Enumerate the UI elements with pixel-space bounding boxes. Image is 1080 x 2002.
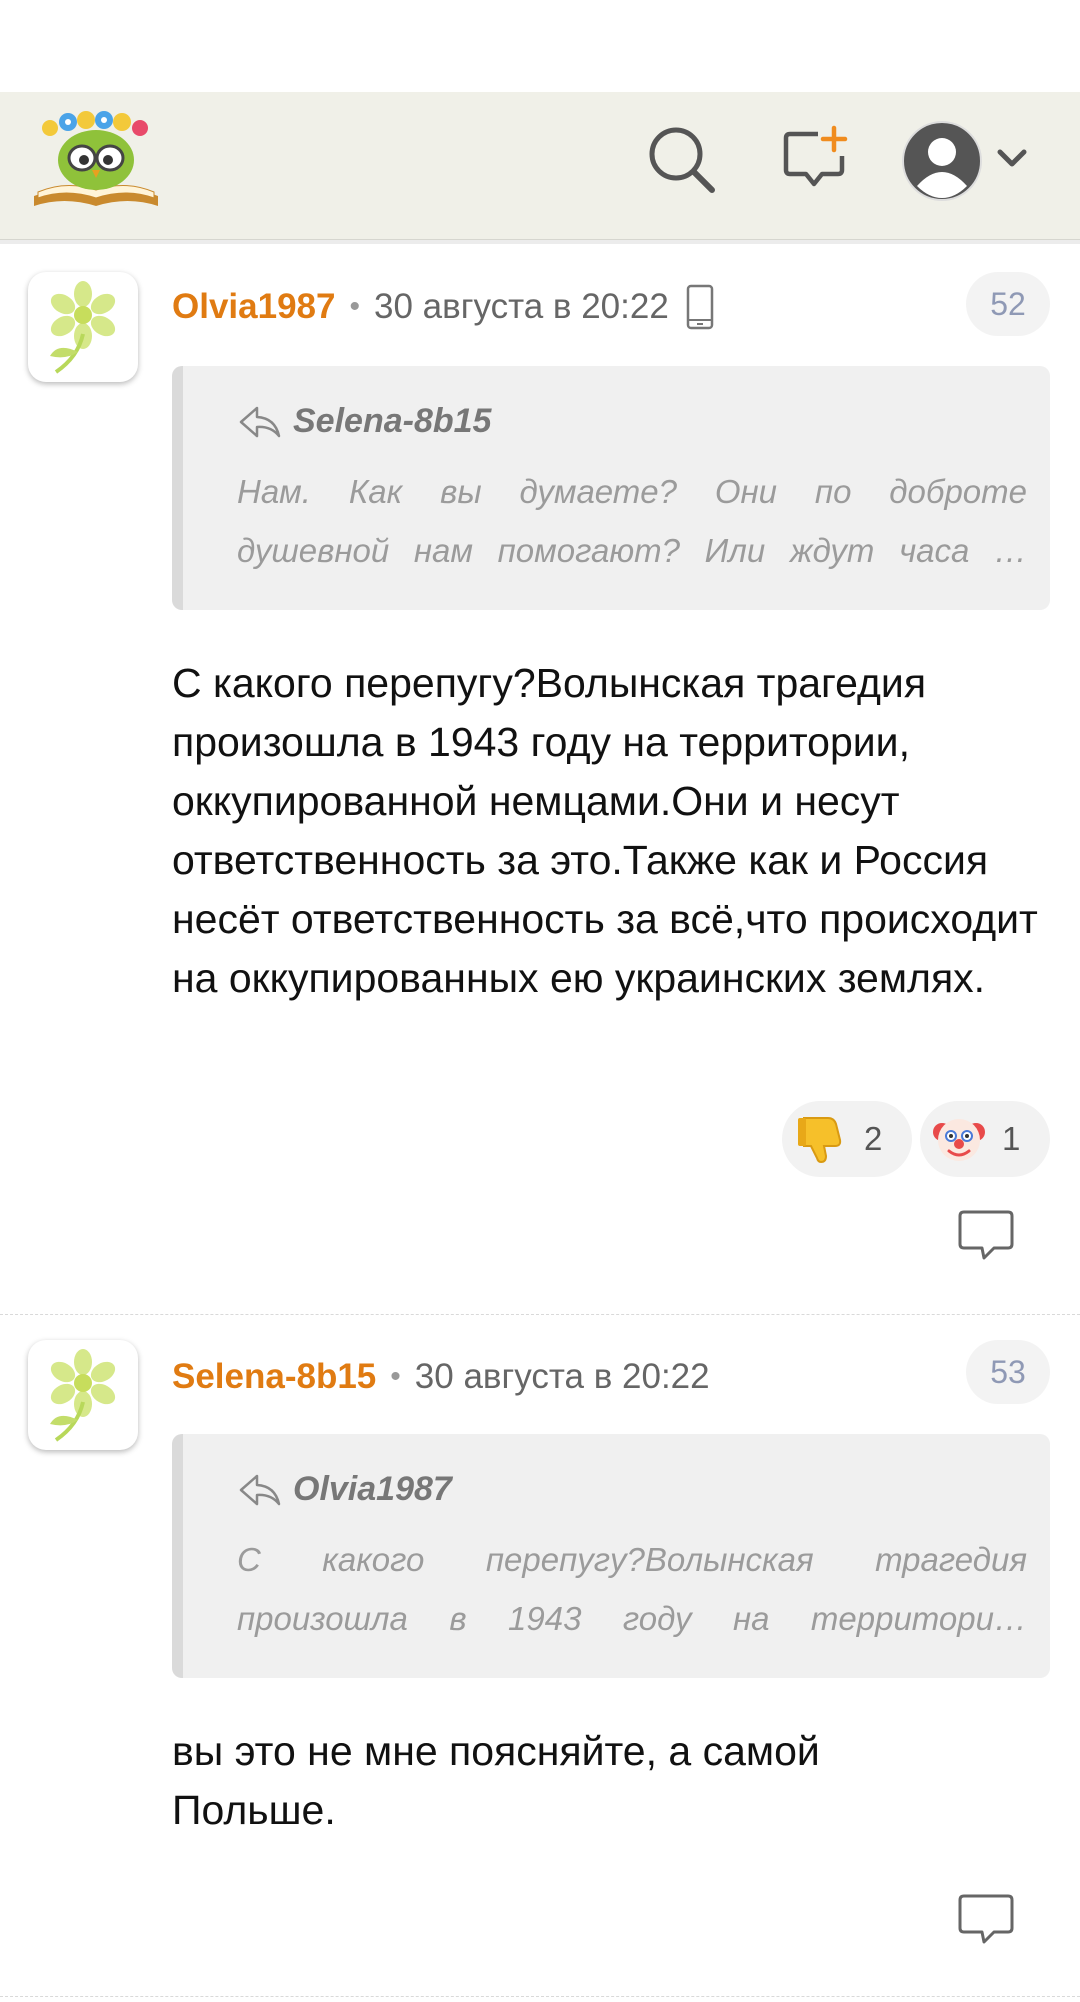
reply-arrow-icon [239, 1474, 281, 1505]
header-divider [0, 240, 1080, 244]
clown-face-icon [933, 1119, 985, 1161]
quote-author: Selena-8b15 [293, 402, 492, 440]
comment-author-avatar[interactable] [28, 272, 138, 382]
search-icon[interactable] [646, 124, 718, 196]
comment-body: вы это не мне поясняйте, а самой Польше. [172, 1728, 820, 1833]
reply-arrow-icon [239, 406, 281, 437]
comment-author-avatar[interactable] [28, 1340, 138, 1450]
comment-number-badge[interactable]: 52 [966, 272, 1050, 336]
reaction-count: 2 [864, 1120, 883, 1157]
reaction-clown[interactable]: 1 [920, 1101, 1050, 1177]
quote-line: произошла в 1943 году на территори… [237, 1600, 1027, 1637]
new-message-icon[interactable] [780, 124, 852, 196]
meta-separator: • [349, 290, 360, 323]
quote-line: С какого перепугу?Волынская трагедия [237, 1541, 1027, 1578]
comment-number-badge[interactable]: 53 [966, 1340, 1050, 1404]
quote-text: С какого перепугу?Волынская трагедия про… [237, 1530, 1027, 1648]
comment-time[interactable]: 30 августа в 20:22 [415, 1357, 710, 1397]
owl-book-logo-icon[interactable] [30, 110, 162, 210]
status-bar [0, 0, 1080, 92]
comment-divider [0, 1314, 1080, 1315]
comment-body: С какого перепугу?Волынская трагедия про… [172, 660, 1038, 1001]
flower-avatar-icon [50, 281, 116, 374]
thumbs-down-icon [798, 1117, 842, 1164]
quote-line: душевной нам помогают? Или ждут часа … [237, 532, 1027, 569]
comment-meta: Selena-8b15 • 30 августа в 20:22 [172, 1354, 710, 1400]
comment-divider [0, 1996, 1080, 1997]
comment-author[interactable]: Selena-8b15 [172, 1357, 376, 1397]
comment-meta: Olvia1987 • 30 августа в 20:22 [172, 284, 715, 330]
reaction-thumbs-down[interactable]: 2 [782, 1101, 912, 1177]
profile-menu-button[interactable] [900, 118, 1040, 204]
reaction-count: 1 [1002, 1120, 1021, 1157]
comment-author[interactable]: Olvia1987 [172, 287, 335, 327]
quote-author-row: Olvia1987 [237, 1470, 452, 1509]
quoted-reply[interactable]: Olvia1987 С какого перепугу?Волынская тр… [172, 1434, 1050, 1678]
flower-avatar-icon [50, 1349, 116, 1442]
quote-text: Нам. Как вы думаете? Они по доброте душе… [237, 462, 1027, 580]
mobile-phone-icon [686, 284, 714, 330]
quote-author-row: Selena-8b15 [237, 402, 491, 441]
comment-time[interactable]: 30 августа в 20:22 [374, 287, 669, 327]
quote-line: Нам. Как вы думаете? Они по доброте [237, 473, 1027, 510]
reply-comment-icon[interactable] [956, 1890, 1016, 1950]
reply-comment-icon[interactable] [956, 1206, 1016, 1266]
meta-separator: • [390, 1360, 401, 1393]
quoted-reply[interactable]: Selena-8b15 Нам. Как вы думаете? Они по … [172, 366, 1050, 610]
quote-author: Olvia1987 [293, 1470, 452, 1508]
